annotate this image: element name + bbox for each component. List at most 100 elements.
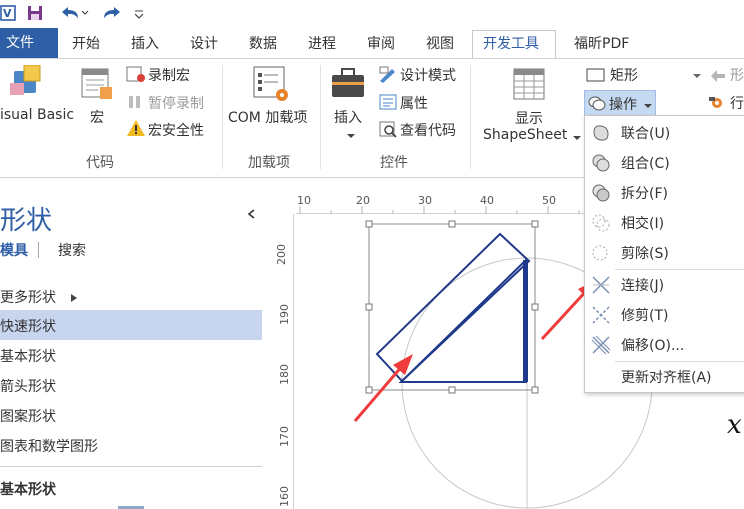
stencil-item-pattern-shapes[interactable]: 图案形状 (0, 406, 56, 426)
tab-process[interactable]: 进程 (302, 32, 342, 56)
menu-item-combine[interactable]: 组合(C) (585, 148, 744, 178)
chevron-down-icon[interactable] (345, 129, 357, 139)
rectangle-button[interactable]: 矩形 (610, 65, 638, 85)
menu-item-trim[interactable]: 修剪(T) (585, 300, 744, 330)
show-shapesheet-label-1[interactable]: 显示 (515, 108, 543, 128)
join-icon (590, 274, 612, 296)
triangle-shape (398, 257, 527, 383)
shapes-panel: 形状 模具 搜索 更多形状 快速形状 基本形状 箭头形状 图案形状 图表和数学图… (0, 180, 268, 509)
macros-icon[interactable] (80, 67, 114, 101)
show-shapesheet-label-2[interactable]: ShapeSheet (483, 127, 567, 143)
stencil-section-title: 基本形状 (0, 482, 56, 498)
customize-icon[interactable] (132, 2, 146, 24)
more-shapes-item[interactable]: 更多形状 (0, 287, 56, 307)
macros-button[interactable]: 宏 (90, 107, 104, 127)
save-icon[interactable] (26, 2, 44, 24)
rectangle-icon[interactable] (586, 67, 606, 83)
chevron-down-icon[interactable] (692, 69, 702, 79)
chevron-down-icon[interactable] (572, 131, 582, 141)
ruler-tick: 180 (278, 364, 291, 385)
menu-item-intersect[interactable]: 相交(I) (585, 208, 744, 238)
collapse-panel-icon[interactable] (246, 208, 258, 220)
record-macro-icon[interactable] (126, 65, 146, 83)
stencil-item-arrow-shapes[interactable]: 箭头形状 (0, 376, 56, 396)
tab-divider (38, 242, 39, 258)
chevron-down-icon (643, 99, 653, 109)
tab-developer[interactable]: 开发工具 (472, 30, 556, 58)
ruler-tick: 160 (278, 486, 291, 507)
ruler-tick: 20 (356, 194, 370, 207)
ruler-tick: 30 (418, 194, 432, 207)
group-divider (470, 65, 471, 169)
parallelogram-shape (375, 232, 531, 383)
visual-basic-button[interactable]: isual Basic (0, 107, 74, 123)
menu-item-fragment[interactable]: 拆分(F) (585, 178, 744, 208)
red-arrow-left (353, 354, 413, 422)
ruler-tick: 50 (542, 194, 556, 207)
fragment-icon (590, 182, 612, 204)
ribbon-tabs: 文件 开始 插入 设计 数据 进程 审阅 视图 开发工具 福昕PDF (0, 28, 744, 58)
intersect-icon (590, 212, 612, 234)
tab-foxit-pdf[interactable]: 福昕PDF (568, 32, 635, 56)
properties-icon[interactable] (378, 93, 398, 111)
stencil-item-basic-shapes[interactable]: 基本形状 (0, 346, 56, 366)
tab-search[interactable]: 搜索 (58, 240, 86, 260)
addins-group-label: 加载项 (248, 155, 290, 171)
ruler-tick: 170 (278, 426, 291, 447)
panel-title: 形状 (0, 206, 53, 236)
selection-handles (365, 220, 539, 394)
tab-home[interactable]: 开始 (66, 32, 106, 56)
tab-review[interactable]: 审阅 (361, 32, 401, 56)
shape-style-icon[interactable] (708, 67, 728, 85)
tab-file[interactable]: 文件 (0, 28, 58, 58)
warning-icon[interactable] (126, 119, 146, 137)
com-addins-icon[interactable] (252, 65, 290, 103)
visio-icon[interactable]: V (0, 2, 18, 24)
view-code-button[interactable]: 查看代码 (400, 120, 456, 140)
menu-item-join[interactable]: 连接(J) (585, 270, 744, 300)
subtract-icon (590, 242, 612, 264)
partial-text: x (727, 410, 742, 440)
visual-basic-icon[interactable] (8, 64, 48, 99)
group-divider (320, 65, 321, 169)
menu-item-offset[interactable]: 偏移(O)... (585, 330, 744, 360)
undo-icon[interactable] (58, 2, 90, 24)
design-mode-icon[interactable] (378, 65, 398, 83)
panel-divider (0, 466, 262, 467)
toolbox-icon[interactable] (330, 65, 368, 103)
ruler-tick: 200 (275, 244, 288, 265)
redo-icon[interactable] (100, 2, 124, 24)
ruler-tick: 10 (297, 194, 311, 207)
properties-button[interactable]: 属性 (400, 93, 428, 113)
group-divider (222, 65, 223, 169)
menu-item-update-alignment-box[interactable]: 更新对齐框(A) (585, 362, 744, 392)
chevron-right-icon[interactable] (70, 291, 78, 302)
operations-button[interactable]: 操作 (584, 90, 656, 116)
view-code-icon[interactable] (378, 120, 398, 138)
menu-item-subtract[interactable]: 剪除(S) (585, 238, 744, 268)
svg-text:V: V (3, 7, 12, 20)
offset-icon (590, 334, 612, 356)
bold-edge-shape (523, 260, 528, 382)
pause-icon (126, 93, 146, 111)
operations-menu: 联合(U) 组合(C) 拆分(F) 相交(I) 剪除(S) 连接(J) 修剪(T… (584, 115, 744, 393)
tab-insert[interactable]: 插入 (125, 32, 165, 56)
operations-icon (587, 94, 607, 112)
design-mode-button[interactable]: 设计模式 (400, 65, 456, 85)
tab-stencils[interactable]: 模具 (0, 240, 28, 260)
com-addins-button[interactable]: COM 加载项 (228, 107, 307, 127)
ruler-tick: 40 (480, 194, 494, 207)
shapesheet-icon[interactable] (512, 67, 546, 101)
macro-security-button[interactable]: 宏安全性 (148, 120, 204, 140)
row-partial-label: 行 (730, 96, 744, 112)
stencil-item-quick-shapes[interactable]: 快速形状 (0, 316, 56, 336)
tab-view[interactable]: 视图 (420, 32, 460, 56)
gear-icon[interactable] (708, 94, 728, 112)
tab-data[interactable]: 数据 (243, 32, 283, 56)
stencil-item-chart-math-shapes[interactable]: 图表和数学图形 (0, 436, 98, 456)
record-macro-button[interactable]: 录制宏 (148, 65, 190, 85)
menu-item-union[interactable]: 联合(U) (585, 118, 744, 148)
tab-design[interactable]: 设计 (184, 32, 224, 56)
shape-partial-label: 形 (730, 68, 744, 84)
insert-control-button[interactable]: 插入 (334, 107, 362, 127)
